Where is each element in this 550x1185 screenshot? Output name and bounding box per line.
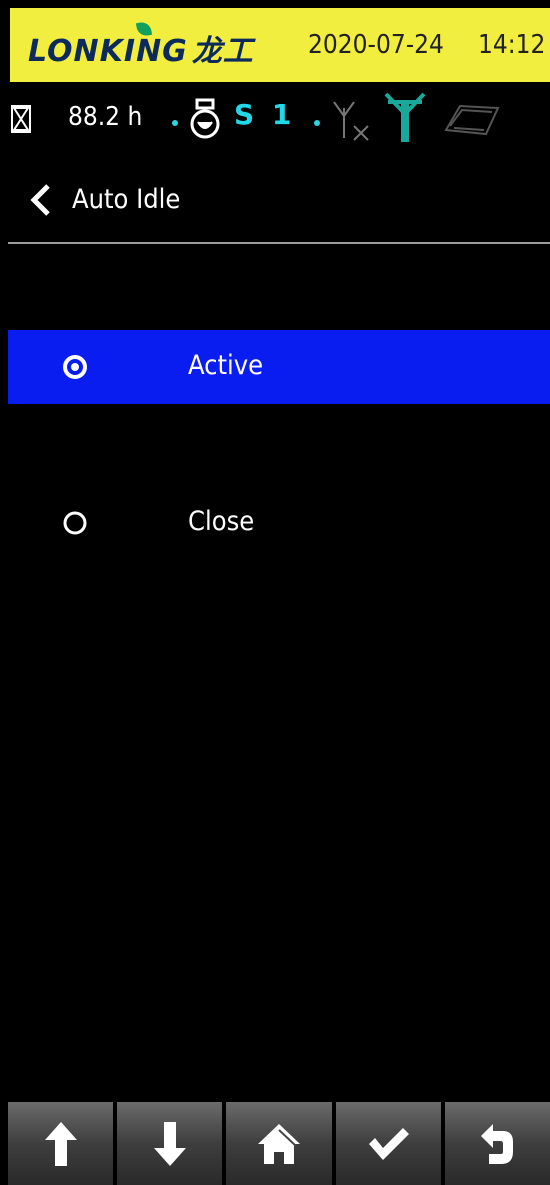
page-title: Auto Idle xyxy=(72,184,181,215)
footer-button-bar xyxy=(8,1102,550,1185)
page-header: Auto Idle xyxy=(0,162,550,242)
down-arrow-icon xyxy=(153,1121,186,1166)
option-active[interactable]: Active xyxy=(8,330,550,404)
header-divider xyxy=(8,242,550,244)
option-close[interactable]: Close xyxy=(8,486,550,560)
confirm-button[interactable] xyxy=(335,1102,441,1185)
home-icon xyxy=(258,1123,300,1164)
book-icon xyxy=(444,104,500,136)
back-chevron-icon[interactable] xyxy=(28,182,54,218)
home-button[interactable] xyxy=(226,1102,332,1185)
date-display: 2020-07-24 xyxy=(308,30,444,60)
status-bar: 88.2 h S 1 xyxy=(0,90,550,160)
engine-hours: 88.2 h xyxy=(68,102,143,132)
option-label: Active xyxy=(188,350,264,381)
up-button[interactable] xyxy=(8,1102,114,1185)
time-display: 14:12 xyxy=(478,30,546,60)
top-bar: LONKING 龙工 2020-07-24 14:12 xyxy=(10,8,550,82)
gear-shift-icon xyxy=(190,98,220,139)
radio-unselected-icon[interactable] xyxy=(62,510,88,536)
option-label: Close xyxy=(188,506,255,537)
return-icon xyxy=(481,1123,514,1164)
up-arrow-icon xyxy=(44,1121,77,1166)
check-icon xyxy=(369,1127,410,1160)
speed-indicator: S 1 xyxy=(234,98,296,131)
return-button[interactable] xyxy=(444,1102,550,1185)
status-dot xyxy=(172,120,178,126)
status-dot xyxy=(314,120,320,126)
radio-selected-icon[interactable] xyxy=(62,354,88,380)
no-signal-icon xyxy=(333,101,369,141)
down-button[interactable] xyxy=(117,1102,223,1185)
hourglass-icon xyxy=(11,105,31,133)
antenna-icon xyxy=(384,92,426,142)
